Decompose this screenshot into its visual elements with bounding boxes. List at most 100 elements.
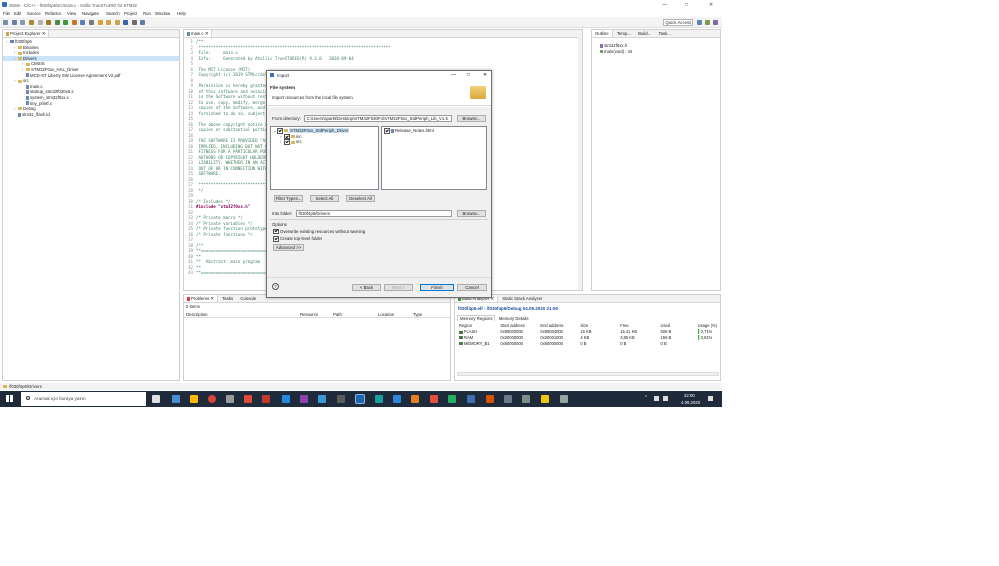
create-top-level-checkbox-row[interactable]: Create top-level folder [273, 236, 322, 242]
taskbar-app-icon-3[interactable] [226, 395, 234, 403]
col-usage[interactable]: Usage (%) [696, 323, 719, 329]
quick-access-input[interactable]: Quick Access [663, 19, 693, 26]
perspective-debug-icon[interactable] [705, 20, 710, 25]
taskbar-app-icon-15[interactable] [504, 395, 512, 403]
deselect-all-button[interactable]: Deselect All [346, 195, 375, 202]
build-analyzer-hscrollbar[interactable] [457, 372, 719, 376]
tab-project-explorer[interactable]: Project Explorer ✕ [3, 30, 50, 37]
debug-icon[interactable] [54, 20, 60, 25]
back-button[interactable]: < Back [352, 283, 381, 291]
volume-icon[interactable] [663, 396, 668, 401]
clean-icon[interactable] [37, 20, 43, 25]
taskbar-app-icon-17[interactable] [541, 395, 549, 403]
taskbar-app-icon-7[interactable] [337, 395, 345, 403]
minimize-button[interactable]: — [662, 2, 667, 8]
from-directory-combo[interactable]: C:\Users\sparkt\Desktop\STM32F030F4\STM3… [304, 114, 452, 122]
tab-console[interactable]: Console [237, 295, 259, 302]
menu-help[interactable]: Help [177, 11, 186, 16]
col-path[interactable]: Path [333, 312, 342, 317]
console-icon[interactable] [140, 20, 146, 25]
tab-task-list[interactable]: Task... [655, 30, 673, 37]
col-type[interactable]: Type [413, 312, 422, 317]
taskbar-date[interactable]: 4.09.2020 [681, 400, 700, 405]
dialog-close-button[interactable]: ✕ [483, 72, 487, 78]
windows-start-icon[interactable] [6, 395, 13, 402]
taskbar-app-icon-5[interactable] [262, 395, 270, 403]
finish-button[interactable]: Finish [420, 283, 454, 291]
cancel-button[interactable]: Cancel [457, 283, 487, 291]
vscode-icon[interactable] [282, 395, 290, 403]
col-resource[interactable]: Resource [300, 312, 318, 317]
editor-vertical-scrollbar[interactable] [578, 37, 582, 290]
tab-tasks[interactable]: Tasks [219, 295, 236, 302]
search-icon[interactable] [88, 20, 94, 25]
project-tree-item[interactable]: stm32_flash.ld [3, 112, 179, 118]
tab-memory-regions[interactable]: Memory Regions [457, 315, 496, 321]
tree-checkbox[interactable] [277, 128, 283, 134]
tab-templates[interactable]: Temp... [614, 30, 634, 37]
into-folder-input[interactable]: f030f4p6/Drivers [296, 209, 452, 217]
menu-edit[interactable]: Edit [14, 11, 21, 16]
taskbar-app-icon-9[interactable] [393, 395, 401, 403]
taskbar-app-icon-13[interactable] [467, 395, 475, 403]
tab-problems[interactable]: Problems ✕ [184, 295, 218, 302]
taskbar-app-icon-8[interactable] [375, 395, 383, 403]
info-icon[interactable] [123, 20, 129, 25]
taskbar-app-icon-6[interactable] [318, 395, 326, 403]
menu-navigate[interactable]: Navigate [82, 11, 99, 16]
tab-build-targets[interactable]: Build... [635, 30, 654, 37]
next-button[interactable]: Next > [384, 283, 413, 291]
taskbar-clock[interactable]: 22:00 [684, 393, 695, 398]
perspective-c-icon[interactable] [697, 20, 702, 25]
dialog-maximize-button[interactable]: □ [467, 72, 470, 78]
dialog-file-item[interactable]: Release_Notes.html [384, 128, 486, 134]
perspective-icon[interactable] [131, 20, 137, 25]
overwrite-checkbox-row[interactable]: Overwrite existing resources without war… [273, 229, 365, 235]
menu-file[interactable]: File [3, 11, 10, 16]
external-tools-icon[interactable] [71, 20, 77, 25]
overwrite-checkbox[interactable] [273, 228, 279, 235]
close-button[interactable]: ✕ [709, 2, 713, 8]
taskbar-app-icon-10[interactable] [411, 395, 419, 403]
notification-icon[interactable] [708, 396, 713, 401]
file-list-box[interactable]: Release_Notes.html [381, 126, 487, 190]
memory-region-row[interactable]: MEMORY_B1 0x60000000 0x60000000 0 B 0 B 0 B [457, 340, 719, 346]
forward-icon[interactable] [114, 20, 120, 25]
taskbar-app-icon-16[interactable] [522, 395, 530, 403]
filter-types-button[interactable]: Filter Types... [274, 195, 303, 202]
taskbar-app-icon-1[interactable] [172, 395, 180, 403]
select-all-button[interactable]: Select All [310, 195, 339, 202]
file-checkbox[interactable] [384, 128, 390, 134]
menu-run[interactable]: Run [143, 11, 151, 16]
help-icon[interactable]: ? [272, 283, 279, 290]
col-description[interactable]: Description [186, 312, 208, 317]
save-all-icon[interactable] [20, 20, 26, 25]
tab-main-c[interactable]: main.c ✕ [184, 30, 213, 37]
menu-view[interactable]: View [67, 11, 76, 16]
dialog-tree-item[interactable]: › src [271, 139, 378, 145]
truestudio-taskbar-icon[interactable] [355, 394, 365, 404]
tab-memory-details[interactable]: Memory Details [497, 316, 531, 321]
tray-chevron-icon[interactable]: ⌃ [644, 395, 648, 401]
outline-item-main[interactable]: main(void) : int [600, 49, 720, 55]
taskbar-app-icon-2[interactable] [190, 395, 198, 403]
taskbar-app-icon-4[interactable] [244, 395, 252, 403]
menu-window[interactable]: Window [155, 11, 170, 16]
into-folder-browse-button[interactable]: Browse... [457, 209, 486, 217]
create-top-level-checkbox[interactable] [273, 236, 279, 242]
dialog-minimize-button[interactable]: — [451, 72, 456, 78]
chrome-icon[interactable] [208, 395, 216, 403]
perspective-other-icon[interactable] [713, 20, 718, 25]
network-icon[interactable] [654, 396, 659, 401]
menu-search[interactable]: Search [106, 11, 120, 16]
taskbar-app-icon-12[interactable] [448, 395, 456, 403]
new-class-icon[interactable] [80, 20, 86, 25]
task-view-icon[interactable] [152, 395, 160, 403]
taskbar-app-icon-14[interactable] [486, 395, 494, 403]
col-location[interactable]: Location [378, 312, 394, 317]
taskbar-app-icon-18[interactable] [560, 395, 568, 403]
taskbar-search-box[interactable]: Aramak için buraya yazın [21, 392, 146, 406]
build-icon[interactable] [28, 20, 34, 25]
tab-static-stack-analyzer[interactable]: Static Stack Analyzer [499, 295, 545, 302]
save-icon[interactable] [11, 20, 17, 25]
